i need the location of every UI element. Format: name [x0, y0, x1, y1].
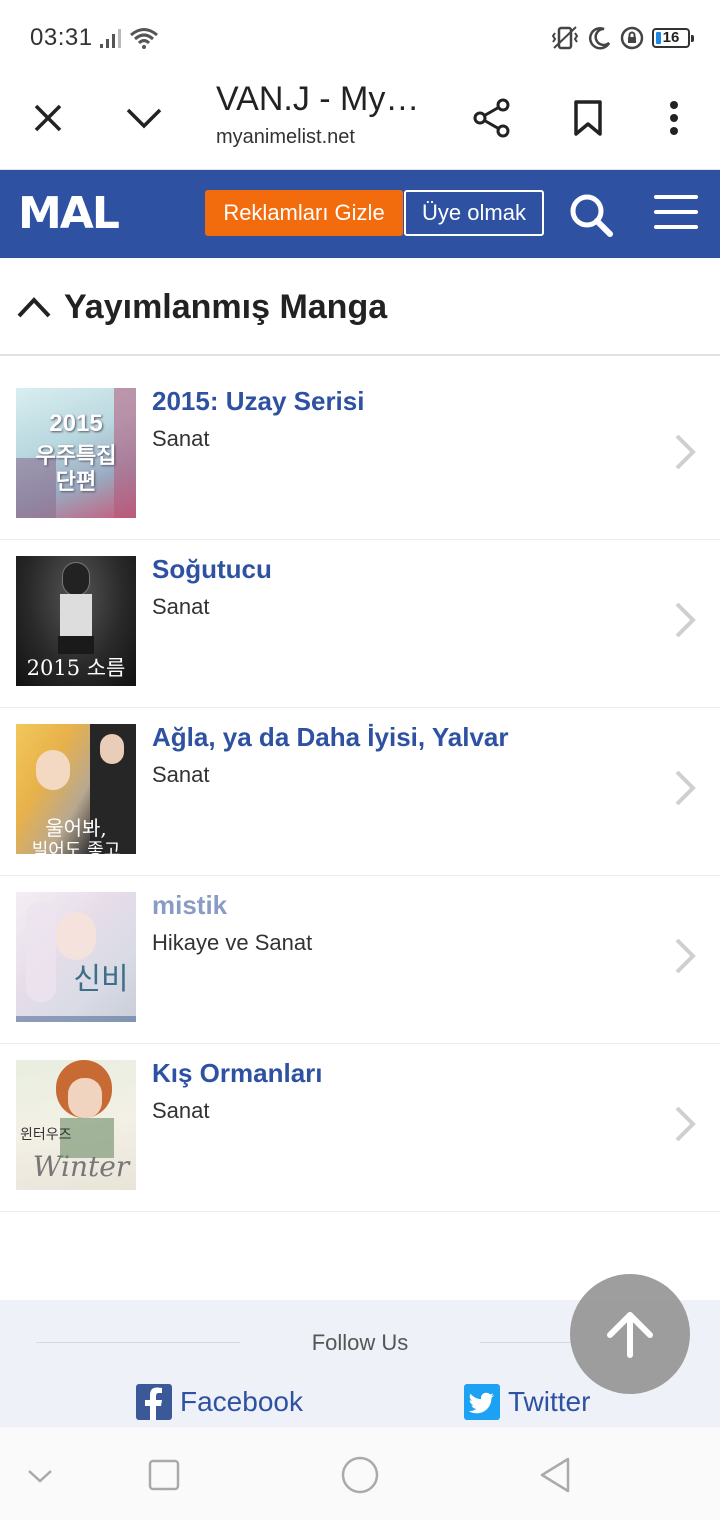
manga-title[interactable]: Kış Ormanları: [152, 1058, 323, 1089]
lock-rotation-icon: [620, 26, 644, 50]
status-right: 16: [550, 24, 694, 52]
facebook-icon: [136, 1384, 172, 1420]
list-item[interactable]: 2015 우주특집 단편 2015: Uzay Serisi Sanat: [0, 372, 720, 540]
chevron-up-icon: [17, 297, 51, 318]
back-to-top-button[interactable]: [570, 1274, 690, 1394]
close-icon: [34, 104, 62, 132]
battery-icon: 16: [652, 28, 694, 48]
manga-title[interactable]: Soğutucu: [152, 554, 272, 585]
section-title: Yayımlanmış Manga: [64, 288, 388, 326]
wifi-icon: [130, 28, 158, 49]
share-button[interactable]: [464, 90, 520, 146]
site-logo[interactable]: MAL: [18, 188, 120, 239]
list-item[interactable]: 윈터우즈 Winter Kış Ormanları Sanat: [0, 1044, 720, 1212]
facebook-label: Facebook: [180, 1386, 303, 1417]
bookmark-button[interactable]: [560, 90, 616, 146]
cover-image[interactable]: 2015 소름: [16, 556, 136, 686]
battery-level: 16: [662, 29, 680, 46]
moon-icon: [588, 27, 611, 50]
chevron-right-icon: [675, 602, 696, 638]
twitter-icon: [464, 1384, 500, 1420]
chevron-right-icon: [675, 770, 696, 806]
list-item[interactable]: 신비 mistik Hikaye ve Sanat: [0, 876, 720, 1044]
page: 03:31 16 VAN.J - My… myanimelist.net MAL…: [0, 0, 720, 1520]
minimize-button[interactable]: [116, 90, 172, 146]
system-navigation-bar: [0, 1426, 720, 1520]
manga-role: Sanat: [152, 594, 210, 619]
twitter-label: Twitter: [508, 1386, 591, 1417]
chevron-down-icon: [126, 108, 162, 129]
cover-image[interactable]: 윈터우즈 Winter: [16, 1060, 136, 1190]
status-bar: 03:31 16: [0, 0, 720, 76]
more-options-button[interactable]: [646, 90, 702, 146]
manga-role: Sanat: [152, 762, 210, 787]
nav-back-icon[interactable]: [536, 1455, 576, 1495]
hamburger-menu-icon[interactable]: [654, 192, 698, 232]
page-title: VAN.J - My…: [216, 80, 420, 118]
nav-home-icon[interactable]: [340, 1455, 380, 1495]
manga-role: Sanat: [152, 426, 210, 451]
arrow-up-icon: [607, 1312, 653, 1358]
close-button[interactable]: [20, 90, 76, 146]
signal-icon: [100, 29, 121, 48]
search-icon[interactable]: [566, 190, 616, 240]
status-time: 03:31: [30, 24, 93, 51]
manga-list: 2015 우주특집 단편 2015: Uzay Serisi Sanat 201…: [0, 372, 720, 1212]
facebook-link[interactable]: Facebook: [136, 1384, 303, 1420]
more-vert-icon: [670, 101, 678, 135]
manga-title[interactable]: Ağla, ya da Daha İyisi, Yalvar: [152, 722, 509, 753]
chevron-right-icon: [675, 938, 696, 974]
hide-ads-button[interactable]: Reklamları Gizle: [205, 190, 403, 236]
list-item[interactable]: 울어봐, 빌어도 좋고 Ağla, ya da Daha İyisi, Yalv…: [0, 708, 720, 876]
chevron-right-icon: [675, 434, 696, 470]
join-button[interactable]: Üye olmak: [404, 190, 544, 236]
nav-recents-icon[interactable]: [144, 1455, 184, 1495]
nav-chevron-down-icon[interactable]: [20, 1455, 60, 1495]
page-url: myanimelist.net: [216, 126, 355, 148]
bookmark-icon: [574, 100, 602, 136]
cover-image[interactable]: 2015 우주특집 단편: [16, 388, 136, 518]
cover-image[interactable]: 신비: [16, 892, 136, 1022]
share-icon: [473, 98, 510, 138]
cover-image[interactable]: 울어봐, 빌어도 좋고: [16, 724, 136, 854]
list-item[interactable]: 2015 소름 Soğutucu Sanat: [0, 540, 720, 708]
manga-title[interactable]: mistik: [152, 890, 227, 921]
manga-role: Hikaye ve Sanat: [152, 930, 313, 955]
site-header: MAL Reklamları Gizle Üye olmak: [0, 170, 720, 258]
manga-role: Sanat: [152, 1098, 210, 1123]
manga-title[interactable]: 2015: Uzay Serisi: [152, 386, 364, 417]
vibrate-icon: [551, 26, 579, 50]
section-header[interactable]: Yayımlanmış Manga: [0, 262, 720, 356]
chevron-right-icon: [675, 1106, 696, 1142]
twitter-link[interactable]: Twitter: [464, 1384, 590, 1420]
browser-toolbar: VAN.J - My… myanimelist.net: [0, 76, 720, 170]
